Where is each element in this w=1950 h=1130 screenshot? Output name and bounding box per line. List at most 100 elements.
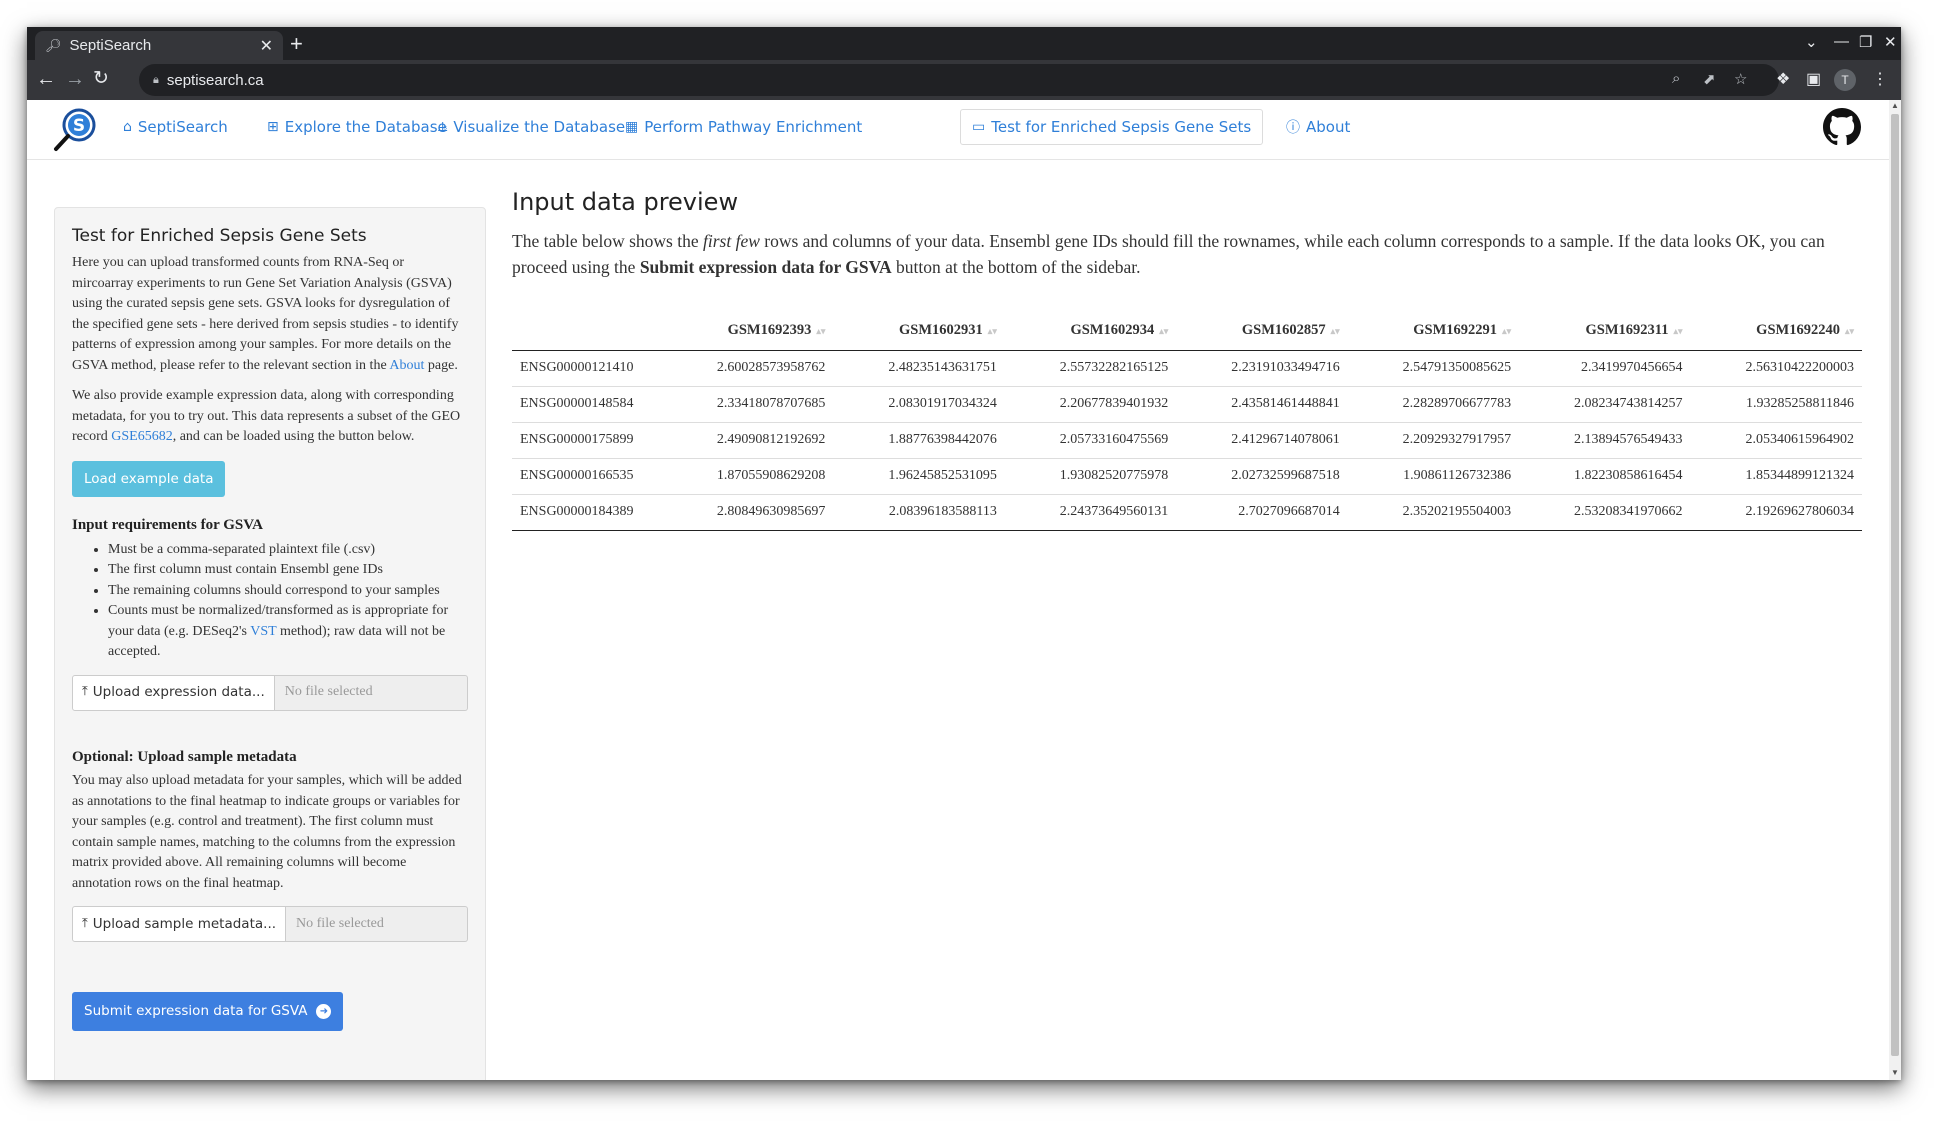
- table-cell: 2.48235143631751: [833, 350, 1005, 387]
- scrollbar-thumb[interactable]: [1891, 114, 1899, 1056]
- table-row: ENSG00000148584 2.33418078707685 2.08301…: [512, 386, 1862, 423]
- browser-tab[interactable]: 🔎︎ SeptiSearch ✕: [35, 31, 283, 60]
- back-icon[interactable]: ←: [36, 67, 56, 91]
- bookmark-star-icon[interactable]: ☆: [1734, 70, 1747, 88]
- sort-icon: ▴▾: [816, 326, 826, 337]
- column-header[interactable]: GSM1692393 ▴▾: [662, 312, 834, 351]
- restore-icon[interactable]: ❐: [1859, 33, 1872, 51]
- page-scrollbar[interactable]: ▲ ▼: [1889, 100, 1901, 1080]
- data-preview-table: GSM1692393 ▴▾ GSM1602931 ▴▾ GSM1602934 ▴▾ G…: [512, 312, 1862, 531]
- nav-enriched-gene-sets[interactable]: ▭ Test for Enriched Sepsis Gene Sets: [960, 109, 1264, 145]
- load-example-data-button[interactable]: Load example data: [72, 460, 226, 497]
- metadata-file-input: ⤒ Upload sample metadata... No file sele…: [72, 906, 468, 942]
- table-cell: 2.53208341970662: [1519, 494, 1691, 531]
- intro-emphasis: first few: [703, 231, 760, 251]
- github-icon[interactable]: [1823, 108, 1861, 146]
- table-cell: 2.3419970456654: [1519, 350, 1691, 387]
- reload-icon[interactable]: ↻: [93, 67, 109, 91]
- sidebar-intro: Here you can upload transformed counts f…: [72, 253, 468, 376]
- chart-icon: ⫡: [438, 119, 448, 135]
- window-close-icon[interactable]: ✕: [1884, 33, 1897, 51]
- site-navbar: S ⌂ SeptiSearch ⊞ Explore the Database ⫡…: [27, 100, 1889, 160]
- nav-pathway-enrichment[interactable]: ▦ Perform Pathway Enrichment: [614, 109, 873, 145]
- table-cell: 2.23191033494716: [1176, 350, 1348, 387]
- table-cell: 1.85344899121324: [1690, 458, 1862, 495]
- row-gene-id: ENSG00000175899: [512, 422, 662, 459]
- row-gene-id: ENSG00000184389: [512, 494, 662, 531]
- vst-link[interactable]: VST: [250, 624, 276, 639]
- nav-septisearch[interactable]: ⌂ SeptiSearch: [112, 109, 239, 145]
- nav-label: Visualize the Database: [453, 118, 626, 136]
- zoom-icon[interactable]: ⌕: [1672, 70, 1680, 87]
- new-tab-icon[interactable]: +: [290, 31, 303, 57]
- nav-visualize-database[interactable]: ⫡ Visualize the Database: [427, 109, 636, 145]
- address-bar[interactable]: 🔒︎ septisearch.ca: [139, 64, 1779, 96]
- presentation-icon: ▭: [972, 119, 986, 135]
- expression-file-input: ⤒ Upload expression data... No file sele…: [72, 674, 468, 711]
- table-cell: 1.93285258811846: [1690, 386, 1862, 423]
- sidebar-title: Test for Enriched Sepsis Gene Sets: [72, 226, 367, 246]
- menu-kebab-icon[interactable]: ⋮: [1872, 69, 1888, 89]
- table-cell: 1.87055908629208: [662, 458, 834, 495]
- submit-gsva-button[interactable]: Submit expression data for GSVA ➜: [72, 992, 344, 1031]
- column-header[interactable]: GSM1602857 ▴▾: [1176, 312, 1348, 351]
- intro-part: The table below shows the: [512, 231, 703, 251]
- table-cell: 1.90861126732386: [1347, 458, 1520, 495]
- scroll-up-icon[interactable]: ▲: [1891, 101, 1899, 110]
- optional-metadata-title: Optional: Upload sample metadata: [72, 748, 297, 765]
- column-header-label: GSM1692393: [727, 322, 812, 339]
- table-row: ENSG00000184389 2.80849630985697 2.08396…: [512, 494, 1862, 531]
- input-requirements-title: Input requirements for GSVA: [72, 517, 264, 533]
- table-cell: 2.60028573958762: [662, 350, 834, 387]
- list-item: The remaining columns should correspond …: [108, 581, 468, 602]
- nav-about[interactable]: ⓘ About: [1275, 109, 1361, 145]
- intro-strong: Submit expression data for GSVA: [639, 257, 892, 277]
- info-icon: ⓘ: [1286, 120, 1300, 136]
- upload-expression-button[interactable]: ⤒ Upload expression data...: [72, 674, 275, 711]
- browser-window: 🔎︎ SeptiSearch ✕ + ⌄ — ❐ ✕ ← → ↻ 🔒︎ sept…: [27, 27, 1901, 1080]
- tab-search-chevron-icon[interactable]: ⌄: [1805, 33, 1818, 51]
- nav-label: About: [1306, 118, 1351, 136]
- main-panel: Input data preview The table below shows…: [512, 188, 1862, 531]
- column-header[interactable]: GSM1692311 ▴▾: [1519, 312, 1691, 351]
- septisearch-logo[interactable]: S: [53, 106, 99, 152]
- share-icon[interactable]: ⬈: [1703, 70, 1716, 88]
- scroll-down-icon[interactable]: ▼: [1891, 1068, 1899, 1077]
- profile-avatar[interactable]: T: [1834, 69, 1856, 91]
- column-header-label: GSM1602931: [899, 322, 983, 339]
- nav-label: Perform Pathway Enrichment: [644, 118, 863, 136]
- calculator-icon: ▦: [625, 119, 639, 135]
- page-title: Input data preview: [512, 188, 739, 216]
- tab-close-icon[interactable]: ✕: [260, 36, 273, 56]
- table-row: ENSG00000166535 1.87055908629208 1.96245…: [512, 458, 1862, 495]
- about-link[interactable]: About: [389, 358, 424, 373]
- upload-metadata-button[interactable]: ⤒ Upload sample metadata...: [72, 906, 287, 942]
- extensions-icon[interactable]: ❖: [1776, 69, 1790, 89]
- side-panel-icon[interactable]: ▣: [1806, 69, 1821, 89]
- column-header[interactable]: GSM1692240 ▴▾: [1690, 312, 1862, 351]
- intro-text: Here you can upload transformed counts f…: [72, 255, 459, 373]
- geo-record-link[interactable]: GSE65682: [111, 429, 172, 444]
- nav-label: Test for Enriched Sepsis Gene Sets: [991, 118, 1252, 136]
- sidebar-panel: Test for Enriched Sepsis Gene Sets Here …: [54, 207, 486, 1080]
- table-cell: 2.05733160475569: [1004, 422, 1177, 459]
- row-gene-id: ENSG00000148584: [512, 386, 662, 423]
- column-header-label: GSM1602857: [1241, 322, 1326, 339]
- table-cell: 2.41296714078061: [1176, 422, 1348, 459]
- column-header-label: GSM1692240: [1756, 322, 1840, 339]
- table-cell: 2.33418078707685: [662, 386, 834, 423]
- web-page: S ⌂ SeptiSearch ⊞ Explore the Database ⫡…: [27, 100, 1889, 1080]
- sort-icon: ▴▾: [1159, 326, 1169, 337]
- table-cell: 2.28289706677783: [1347, 386, 1520, 423]
- forward-icon[interactable]: →: [65, 67, 85, 91]
- sort-icon: ▴▾: [1330, 326, 1340, 337]
- sort-icon: ▴▾: [987, 326, 997, 337]
- minimize-icon[interactable]: —: [1834, 33, 1849, 50]
- submit-label: Submit expression data for GSVA: [84, 1003, 308, 1019]
- column-header-label: GSM1692291: [1413, 322, 1498, 339]
- column-header[interactable]: GSM1602934 ▴▾: [1004, 312, 1177, 351]
- column-header[interactable]: GSM1692291 ▴▾: [1347, 312, 1520, 351]
- list-item: Must be a comma-separated plaintext file…: [108, 540, 468, 561]
- column-header[interactable]: GSM1602931 ▴▾: [833, 312, 1005, 351]
- table-cell: 2.54791350085625: [1347, 350, 1520, 387]
